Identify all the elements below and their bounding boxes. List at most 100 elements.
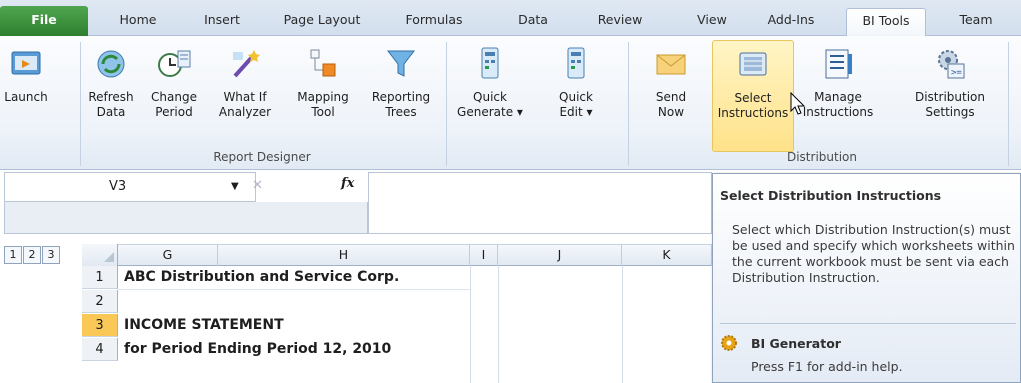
- manage-instructions-label-1: Manage: [814, 90, 862, 104]
- tab-data[interactable]: Data: [504, 8, 562, 36]
- settings-gear-icon: >=: [938, 50, 965, 79]
- quick-generate-icon: [481, 47, 499, 79]
- column-header-k[interactable]: K: [622, 244, 712, 266]
- distribution-settings-button[interactable]: >= Distribution Settings: [902, 40, 998, 152]
- cell-g1[interactable]: ABC Distribution and Service Corp.: [118, 266, 399, 289]
- insert-function-icon[interactable]: fx: [341, 176, 354, 191]
- quick-generate-button[interactable]: Quick Generate ▾: [452, 40, 528, 152]
- send-now-label-2: Now: [657, 105, 685, 119]
- select-instructions-label-2: Instructions: [717, 106, 789, 120]
- cancel-icon[interactable]: ✕: [252, 178, 263, 193]
- refresh-icon: [97, 50, 125, 78]
- manage-instructions-icon: [825, 49, 852, 79]
- column-gridline: [498, 266, 499, 383]
- quick-edit-button[interactable]: Quick Edit ▾: [544, 40, 608, 152]
- change-period-label-1: Change: [151, 90, 197, 104]
- tab-team[interactable]: Team: [944, 8, 1008, 36]
- quick-edit-label-2: Edit ▾: [559, 105, 593, 119]
- row-header-4[interactable]: 4: [82, 338, 118, 361]
- cell-g4[interactable]: for Period Ending Period 12, 2010: [118, 338, 391, 361]
- group-separator: [446, 42, 447, 166]
- tab-insert[interactable]: Insert: [190, 8, 254, 36]
- svg-text:>=: >=: [951, 68, 962, 78]
- tooltip-select-distribution-instructions: Select Distribution Instructions Select …: [712, 173, 1021, 383]
- name-box[interactable]: V3 ▼: [4, 172, 256, 202]
- mapping-tool-button[interactable]: Mapping Tool: [286, 40, 360, 152]
- tooltip-body: Select which Distribution Instruction(s)…: [732, 222, 1015, 285]
- refresh-data-button[interactable]: Refresh Data: [84, 40, 138, 152]
- group-separator: [80, 42, 81, 166]
- what-if-label-2: Analyzer: [218, 105, 272, 119]
- mapping-icon: [310, 49, 336, 77]
- tab-page-layout[interactable]: Page Layout: [272, 8, 372, 36]
- select-instructions-button[interactable]: Select Instructions: [712, 40, 794, 152]
- tooltip-generator-title: BI Generator: [751, 336, 841, 351]
- send-now-label-1: Send: [655, 90, 687, 104]
- cell-g2[interactable]: [118, 290, 124, 313]
- outline-level-buttons: 1 2 3: [4, 246, 61, 264]
- column-header-j[interactable]: J: [498, 244, 622, 266]
- quick-edit-label-1: Quick: [559, 90, 593, 104]
- bi-generator-gear-icon: [721, 335, 737, 351]
- what-if-label-1: What If: [223, 90, 267, 104]
- mapping-label-1: Mapping: [297, 90, 349, 104]
- column-header-h[interactable]: H: [218, 244, 470, 266]
- tab-bi-tools[interactable]: BI Tools: [846, 8, 926, 37]
- row-header-1[interactable]: 1: [82, 266, 118, 289]
- ribbon: Launch Refresh Data Change Period What I…: [0, 36, 1021, 170]
- reporting-label-2: Trees: [385, 105, 417, 119]
- row-gridline: [118, 289, 470, 290]
- group-separator: [1008, 42, 1009, 166]
- cell-g3[interactable]: INCOME STATEMENT: [118, 314, 284, 337]
- change-period-label-2: Period: [155, 105, 193, 119]
- tab-file[interactable]: File: [0, 6, 88, 36]
- reporting-label-1: Reporting: [371, 90, 431, 104]
- launch-button[interactable]: Launch: [2, 40, 50, 152]
- quick-edit-icon: [567, 47, 585, 79]
- launch-icon: [11, 51, 41, 75]
- outline-level-3-button[interactable]: 3: [42, 246, 60, 264]
- distribution-settings-label-2: Settings: [925, 105, 975, 119]
- column-gridline: [470, 266, 471, 383]
- formula-bar-area: [4, 202, 368, 234]
- mapping-label-2: Tool: [311, 105, 335, 119]
- select-instructions-label-1: Select: [734, 91, 772, 105]
- quick-generate-label-1: Quick: [473, 90, 507, 104]
- column-gridline: [622, 266, 623, 383]
- send-now-button[interactable]: Send Now: [646, 40, 696, 152]
- select-instructions-icon: [739, 52, 767, 76]
- reporting-trees-button[interactable]: Reporting Trees: [362, 40, 440, 152]
- refresh-label-2: Data: [96, 105, 126, 119]
- tab-formulas[interactable]: Formulas: [388, 8, 480, 36]
- manage-instructions-label-2: Instructions: [802, 105, 874, 119]
- ribbon-tab-bar: File Home Insert Page Layout Formulas Da…: [0, 0, 1021, 37]
- row-header-3[interactable]: 3: [82, 314, 118, 337]
- mouse-pointer-icon: [790, 92, 806, 115]
- tooltip-title: Select Distribution Instructions: [720, 188, 942, 203]
- manage-instructions-button[interactable]: Manage Instructions: [796, 40, 880, 152]
- outline-level-2-button[interactable]: 2: [23, 246, 41, 264]
- tooltip-divider: [720, 323, 1016, 324]
- change-period-button[interactable]: Change Period: [146, 40, 202, 152]
- tab-home[interactable]: Home: [104, 8, 172, 36]
- formula-input[interactable]: [368, 172, 712, 234]
- group-separator: [628, 42, 629, 166]
- chevron-down-icon[interactable]: ▼: [231, 181, 239, 192]
- group-label-distribution: Distribution: [786, 150, 857, 164]
- tab-view[interactable]: View: [684, 8, 740, 36]
- row-header-2[interactable]: 2: [82, 290, 118, 313]
- outline-level-1-button[interactable]: 1: [4, 246, 22, 264]
- what-if-analyzer-button[interactable]: What If Analyzer: [212, 40, 278, 152]
- tooltip-help-text: Press F1 for add-in help.: [751, 359, 903, 374]
- magic-wand-icon: [233, 50, 260, 78]
- column-header-g[interactable]: G: [118, 244, 218, 266]
- group-label-report-designer: Report Designer: [213, 150, 311, 164]
- envelope-icon: [656, 54, 686, 75]
- select-all-triangle-icon: [104, 252, 114, 262]
- tab-review[interactable]: Review: [584, 8, 656, 36]
- refresh-label-1: Refresh: [88, 90, 134, 104]
- launch-label: Launch: [4, 90, 48, 104]
- column-header-i[interactable]: I: [470, 244, 498, 266]
- distribution-settings-label-1: Distribution: [914, 90, 985, 104]
- tab-add-ins[interactable]: Add-Ins: [752, 8, 830, 36]
